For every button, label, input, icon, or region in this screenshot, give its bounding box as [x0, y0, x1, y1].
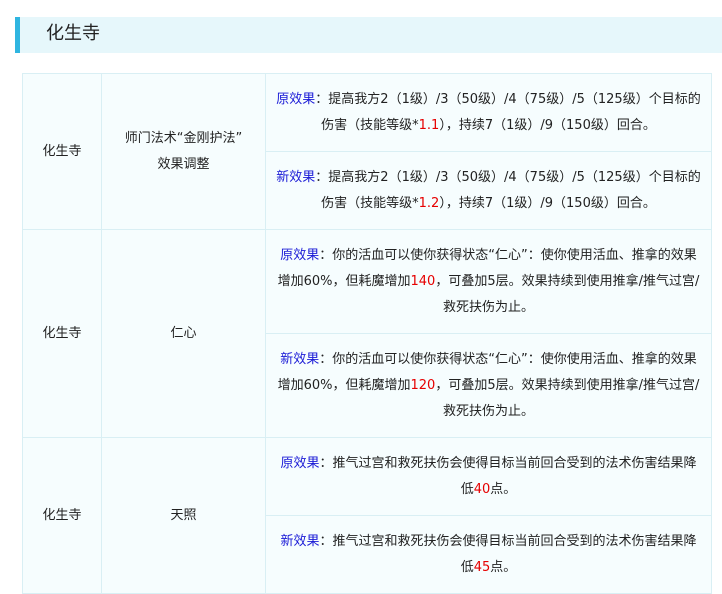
effect-text: 点。: [490, 559, 517, 575]
new-effect-label: 新效果: [280, 533, 320, 549]
old-effect-cell: 原效果：你的活血可以使你获得状态“仁心”：使你使用活血、推拿的效果增加60%，但…: [265, 229, 712, 334]
old-effect-cell: 原效果：提高我方2（1级）/3（50级）/4（75级）/5（125级）个目标的伤…: [265, 73, 712, 152]
table-row: 化生寺 师门法术“金刚护法” 效果调整 原效果：提高我方2（1级）/3（50级）…: [22, 73, 712, 230]
table-row: 化生寺 天照 原效果：推气过宫和救死扶伤会使得目标当前回合受到的法术伤害结果降低…: [22, 437, 712, 594]
effect-value: 120: [410, 377, 436, 393]
effect-text: 点。: [490, 481, 517, 497]
table-row: 化生寺 仁心 原效果：你的活血可以使你获得状态“仁心”：使你使用活血、推拿的效果…: [22, 229, 712, 438]
effect-text: ），持续7（1级）/9（150级）回合。: [439, 195, 656, 211]
new-effect-label: 新效果: [276, 169, 316, 185]
effect-value: 40: [473, 481, 491, 497]
skill-name-line: 仁心: [170, 325, 197, 341]
old-effect-cell: 原效果：推气过宫和救死扶伤会使得目标当前回合受到的法术伤害结果降低40点。: [265, 437, 712, 516]
old-effect-label: 原效果: [280, 455, 320, 471]
section-title: 化生寺: [46, 23, 100, 44]
old-effect-label: 原效果: [276, 91, 316, 107]
new-effect-cell: 新效果：提高我方2（1级）/3（50级）/4（75级）/5（125级）个目标的伤…: [265, 151, 712, 230]
new-effect-label: 新效果: [280, 351, 320, 367]
skill-changes-table: 化生寺 师门法术“金刚护法” 效果调整 原效果：提高我方2（1级）/3（50级）…: [22, 73, 712, 594]
effect-value: 45: [473, 559, 491, 575]
skill-name-line: 天照: [170, 507, 197, 523]
skill-cell: 师门法术“金刚护法” 效果调整: [101, 73, 266, 230]
school-cell: 化生寺: [22, 73, 102, 230]
effect-text: ，可叠加5层。效果持续到使用推拿/推气过宫/救死扶伤为止。: [435, 377, 700, 419]
section-header: 化生寺: [15, 17, 722, 53]
effect-value: 1.1: [418, 117, 440, 133]
effect-text: ），持续7（1级）/9（150级）回合。: [439, 117, 656, 133]
effect-value: 1.2: [418, 195, 440, 211]
effect-value: 140: [410, 273, 436, 289]
school-cell: 化生寺: [22, 437, 102, 594]
new-effect-cell: 新效果：你的活血可以使你获得状态“仁心”：使你使用活血、推拿的效果增加60%，但…: [265, 333, 712, 438]
old-effect-label: 原效果: [280, 247, 320, 263]
skill-name-line: 效果调整: [157, 156, 210, 172]
school-cell: 化生寺: [22, 229, 102, 438]
skill-cell: 天照: [101, 437, 266, 594]
new-effect-cell: 新效果：推气过宫和救死扶伤会使得目标当前回合受到的法术伤害结果降低45点。: [265, 515, 712, 594]
skill-name-line: 师门法术“金刚护法”: [124, 130, 243, 146]
effect-text: ，可叠加5层。效果持续到使用推拿/推气过宫/救死扶伤为止。: [435, 273, 700, 315]
skill-cell: 仁心: [101, 229, 266, 438]
